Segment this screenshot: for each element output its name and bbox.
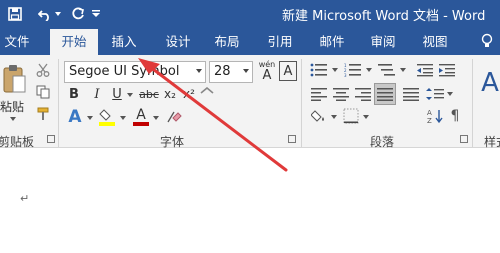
font-launcher-icon[interactable] [288,135,296,143]
multilevel-list-icon[interactable] [376,61,398,79]
tab-mailings[interactable]: 邮件 [312,28,352,55]
tab-design[interactable]: 设计 [158,28,198,55]
home-ribbon: 粘贴 剪贴板 Segoe UI Symbol 28 wén A A B I U … [0,55,500,149]
redo-icon[interactable] [70,0,86,28]
numbering-dropdown-icon[interactable] [366,68,372,72]
paste-dropdown-icon[interactable] [10,117,16,121]
group-divider [472,59,473,147]
save-icon[interactable] [6,0,24,28]
phonetic-guide-button[interactable]: wén A [258,59,276,83]
highlight-dropdown-icon[interactable] [120,116,126,120]
undo-dropdown-icon[interactable] [53,0,63,28]
paste-label[interactable]: 粘贴 [0,98,24,115]
styles-gallery[interactable]: A [480,63,500,103]
enclose-character-button[interactable]: A [279,61,297,81]
svg-text:A: A [427,109,432,117]
tab-file[interactable]: 文件 [0,28,34,55]
underline-dropdown-icon[interactable] [127,93,133,97]
lightbulb-icon[interactable] [474,28,500,55]
align-left-icon[interactable] [310,85,328,103]
group-divider [301,59,302,147]
highlighter-icon[interactable] [98,107,116,127]
align-right-icon[interactable] [354,85,372,103]
change-case-icon[interactable] [197,85,217,103]
font-color-letter: A [136,107,146,123]
italic-button[interactable]: I [89,85,105,103]
increase-indent-icon[interactable] [438,61,456,79]
svg-text:Z: Z [427,117,432,124]
underline-button[interactable]: U [109,85,125,103]
format-painter-icon[interactable] [34,105,52,123]
line-spacing-dropdown-icon[interactable] [447,92,453,96]
font-color-swatch [133,122,149,126]
align-center-icon[interactable] [332,85,350,103]
justify-icon[interactable] [374,83,396,105]
tab-insert[interactable]: 插入 [104,28,144,55]
decrease-indent-icon[interactable] [416,61,434,79]
numbering-icon[interactable]: 123 [342,61,364,79]
bold-button[interactable]: B [66,85,82,103]
tab-layout[interactable]: 布局 [207,28,247,55]
bullets-dropdown-icon[interactable] [332,68,338,72]
text-effects-button[interactable]: A [66,107,84,127]
ribbon-tab-bar: 文件 开始 插入 设计 布局 引用 邮件 审阅 视图 [0,28,500,55]
paragraph-mark: ↵ [20,192,30,205]
show-marks-icon[interactable]: ¶ [446,107,464,125]
group-divider [58,59,59,147]
clipboard-launcher-icon[interactable] [47,135,55,143]
font-size-combo[interactable]: 28 [209,61,253,83]
cut-icon[interactable] [34,61,52,79]
tab-review[interactable]: 审阅 [363,28,403,55]
font-name-value: Segoe UI Symbol [69,64,180,79]
multilevel-dropdown-icon[interactable] [400,68,406,72]
shading-dropdown-icon[interactable] [331,115,337,119]
font-color-dropdown-icon[interactable] [153,116,159,120]
font-color-button[interactable]: A [132,107,150,127]
tab-home[interactable]: 开始 [50,29,98,55]
text-effects-dropdown-icon[interactable] [87,116,93,120]
strikethrough-button[interactable]: abc [137,85,161,103]
font-name-dropdown-icon[interactable] [196,69,202,73]
svg-text:3: 3 [344,73,347,77]
font-size-value: 28 [214,64,231,79]
sort-icon[interactable]: AZ [426,107,444,125]
title-bar: 新建 Microsoft Word 文档 - Word [0,0,500,28]
subscript-button[interactable]: x₂ [162,85,178,103]
paste-icon[interactable] [0,59,28,99]
shading-icon[interactable] [310,107,328,125]
font-size-dropdown-icon[interactable] [243,69,249,73]
borders-dropdown-icon[interactable] [363,115,369,119]
document-title: 新建 Microsoft Word 文档 - Word [282,9,486,24]
superscript-button[interactable]: x² [181,85,197,103]
tab-view[interactable]: 视图 [415,28,455,55]
paragraph-launcher-icon[interactable] [460,135,468,143]
undo-icon[interactable] [37,0,53,28]
font-name-combo[interactable]: Segoe UI Symbol [64,61,206,83]
distributed-icon[interactable] [402,85,420,103]
phonetic-guide-char: A [262,68,272,83]
borders-icon[interactable] [342,107,360,125]
customize-qat-icon[interactable] [90,0,102,28]
clear-formatting-icon[interactable] [165,107,183,127]
tab-references[interactable]: 引用 [260,28,300,55]
document-canvas[interactable] [0,148,500,253]
word-window: 新建 Microsoft Word 文档 - Word 文件 开始 插入 设计 … [0,0,500,253]
bullets-icon[interactable] [308,61,330,79]
copy-icon[interactable] [34,83,52,101]
line-spacing-icon[interactable] [426,85,444,103]
